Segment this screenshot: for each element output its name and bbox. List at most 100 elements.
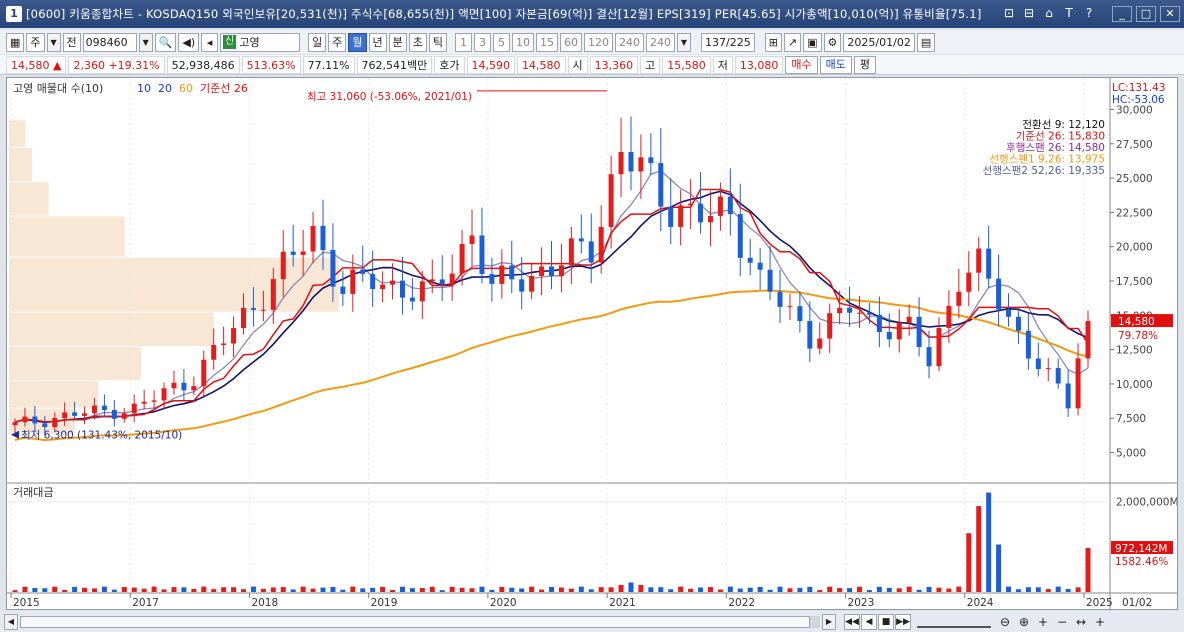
candle-body xyxy=(231,328,237,344)
period-week-button[interactable]: 주 xyxy=(328,32,347,52)
maximize-button[interactable]: □ xyxy=(1136,6,1156,22)
scroll-left-icon[interactable]: ◀ xyxy=(4,613,18,630)
date-input[interactable]: 2025/01/02 xyxy=(843,32,915,52)
nav-prev-icon[interactable]: ◂ xyxy=(201,32,219,52)
period-minute-button[interactable]: 분 xyxy=(388,32,407,52)
low-label: 저 xyxy=(712,55,733,74)
minute-5-button[interactable]: 5 xyxy=(493,32,510,52)
volume-profile-bar xyxy=(9,346,141,381)
add-icon[interactable]: + xyxy=(1035,614,1051,630)
speaker-icon[interactable]: ◀) xyxy=(178,32,200,52)
candle-body xyxy=(807,321,813,349)
minute-1-button[interactable]: 1 xyxy=(455,32,472,52)
close-button[interactable]: ✕ xyxy=(1160,6,1180,22)
save-icon[interactable]: ▣ xyxy=(803,32,822,52)
candle-body xyxy=(82,413,88,416)
low-annotation: 최저 6,300 (131.43%, 2015/10) xyxy=(21,430,182,442)
candle-body xyxy=(241,308,247,329)
minute-10-button[interactable]: 10 xyxy=(512,32,534,52)
scroll-right-icon[interactable]: ▶ xyxy=(822,613,836,630)
settings-gear-icon[interactable]: ⚙ xyxy=(823,32,842,52)
period-tick-button[interactable]: 틱 xyxy=(428,32,447,52)
minus-icon[interactable]: − xyxy=(1054,614,1070,630)
candle-body xyxy=(658,163,664,207)
buy-button[interactable]: 매수 xyxy=(785,55,818,74)
prev-icon[interactable]: ◀ xyxy=(861,613,877,630)
y-tick-label: 20,000 xyxy=(1116,242,1153,254)
minute-120-button[interactable]: 120 xyxy=(584,32,613,52)
minute-60-button[interactable]: 60 xyxy=(560,32,582,52)
fit-icon[interactable]: ↔ xyxy=(1073,614,1089,630)
candle-body xyxy=(886,332,892,340)
price-change: 2,360 +19.31% xyxy=(68,55,165,74)
volume-bar xyxy=(300,586,306,592)
plus-icon[interactable]: + xyxy=(1092,614,1108,630)
minute-15-button[interactable]: 15 xyxy=(536,32,558,52)
stop-icon[interactable]: ■ xyxy=(878,613,894,630)
stock-name-field[interactable]: 신 고영 xyxy=(220,32,301,52)
period-day-button[interactable]: 일 xyxy=(308,32,327,52)
chevron-down-icon[interactable]: ▼ xyxy=(677,32,691,52)
zoom-out-icon[interactable]: ⊖ xyxy=(997,614,1013,630)
candle-body xyxy=(181,382,187,391)
draw-tool-icon[interactable]: ↗ xyxy=(783,32,802,52)
zoom-in-icon[interactable]: ⊕ xyxy=(1016,614,1032,630)
high-label: 고 xyxy=(640,55,661,74)
chart-scroll-bar: ◀ ▶ ◀◀ ◀ ■ ▶▶ ⊖ ⊕ + − ↔ + xyxy=(0,611,1184,632)
crosshair-icon[interactable]: ⊞ xyxy=(764,32,782,52)
volume-bar xyxy=(529,586,535,592)
app-icon[interactable]: 1 xyxy=(6,6,22,22)
bar-count-input[interactable]: 137/225 xyxy=(701,32,755,52)
minimize-button[interactable]: _ xyxy=(1112,6,1132,22)
period-second-button[interactable]: 초 xyxy=(408,32,427,52)
volume-bar xyxy=(111,589,117,592)
even-button[interactable]: 평 xyxy=(853,55,877,74)
layout-icon[interactable]: ⊟ xyxy=(1022,6,1036,20)
chevron-down-icon[interactable]: ▼ xyxy=(46,32,61,52)
candle-body xyxy=(747,257,753,263)
candle-body xyxy=(529,275,535,292)
sub-panel-title: 거래대금 xyxy=(13,486,53,499)
candle-body xyxy=(678,205,684,227)
last-icon[interactable]: ▶▶ xyxy=(895,613,911,630)
period-month-button[interactable]: 월 xyxy=(348,32,367,52)
volume-bar xyxy=(996,544,1002,592)
grid-icon[interactable]: ▦ xyxy=(6,32,25,52)
mode-all-button[interactable]: 전 xyxy=(62,32,81,52)
minute-select[interactable]: 240 xyxy=(646,32,675,52)
volume-bar xyxy=(479,586,485,592)
search-icon[interactable]: 🔍 xyxy=(154,32,177,52)
volume-bar xyxy=(638,584,644,592)
volume-bar xyxy=(896,588,902,592)
link-icon[interactable]: ⊡ xyxy=(1002,6,1016,20)
ichimoku-legend: 전환선 9: 12,120기준선 26: 15,830후행스팬 26: 14,5… xyxy=(983,119,1105,177)
stock-code-input[interactable]: 098460 xyxy=(82,32,137,52)
price-chart[interactable]: 30,00027,50025,00022,50020,00017,50015,0… xyxy=(7,78,1179,609)
minute-240-button[interactable]: 240 xyxy=(615,32,644,52)
volume-bar xyxy=(489,589,495,592)
volume-bar xyxy=(22,586,28,592)
ichimoku-legend-item: 선행스팬1 9,26: 13,975 xyxy=(989,154,1105,166)
volume-bar xyxy=(181,587,187,592)
volume-bar xyxy=(1025,587,1031,592)
scroll-track[interactable] xyxy=(20,615,820,628)
zoom-slider[interactable] xyxy=(917,616,991,628)
home-icon[interactable]: ⌂ xyxy=(1042,6,1056,20)
sell-button[interactable]: 매도 xyxy=(819,55,852,74)
scroll-thumb[interactable] xyxy=(20,615,810,628)
first-icon[interactable]: ◀◀ xyxy=(844,613,860,630)
chevron-down-icon[interactable]: ▼ xyxy=(138,32,153,52)
period-year-button[interactable]: 년 xyxy=(368,32,387,52)
volume-bar xyxy=(936,587,942,592)
candle-body xyxy=(817,338,823,349)
help-icon[interactable]: ? xyxy=(1082,6,1096,20)
volume-bar xyxy=(121,586,127,592)
candle-body xyxy=(399,280,405,298)
chart-area[interactable]: 30,00027,50025,00022,50020,00017,50015,0… xyxy=(6,77,1179,610)
text-icon[interactable]: T xyxy=(1062,6,1076,20)
mode-stock-select[interactable]: 주 xyxy=(26,32,45,52)
minute-3-button[interactable]: 3 xyxy=(474,32,491,52)
candle-body xyxy=(360,269,366,274)
calendar-icon[interactable]: ▤ xyxy=(916,32,936,52)
volume-bar xyxy=(1015,589,1021,592)
